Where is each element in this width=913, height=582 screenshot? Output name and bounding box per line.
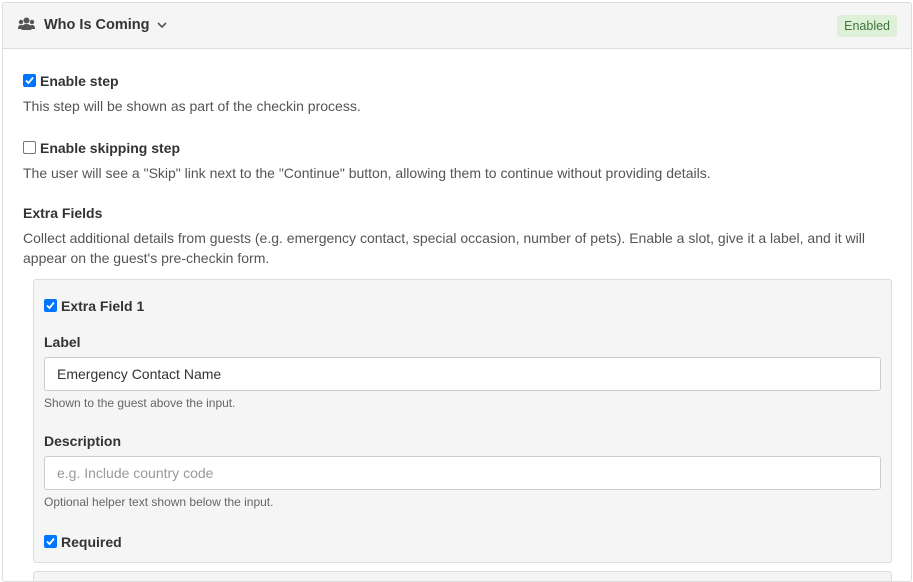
required-checkbox[interactable]: [44, 535, 57, 548]
checkmark-icon: [46, 301, 55, 310]
extra-field-1-checkbox[interactable]: [44, 299, 57, 312]
extra-fields-help: Collect additional details from guests (…: [23, 230, 865, 266]
users-icon: [18, 17, 35, 30]
description-field-help: Optional helper text shown below the inp…: [44, 495, 274, 509]
checkmark-icon: [46, 537, 55, 546]
label-field-help: Shown to the guest above the input.: [44, 396, 236, 410]
panel-title: Who Is Coming: [44, 17, 150, 33]
description-input[interactable]: [44, 456, 881, 490]
step-panel: Who Is Coming Enabled Enable step This s…: [2, 2, 912, 582]
label-input[interactable]: [44, 357, 881, 391]
label-field-label: Label: [44, 334, 81, 350]
checkmark-icon: [25, 76, 34, 85]
enable-skipping-checkbox[interactable]: [23, 141, 36, 154]
panel-header[interactable]: Who Is Coming Enabled: [3, 3, 911, 49]
enable-step-label[interactable]: Enable step: [40, 73, 119, 89]
chevron-down-icon[interactable]: [157, 22, 167, 29]
extra-fields-title: Extra Fields: [23, 205, 103, 221]
extra-field-slot: Extra Field 1 Label Shown to the guest a…: [33, 279, 892, 563]
enable-skipping-label[interactable]: Enable skipping step: [40, 140, 180, 156]
description-field-label: Description: [44, 433, 122, 449]
enable-step-checkbox[interactable]: [23, 74, 36, 87]
status-badge: Enabled: [837, 15, 897, 37]
extra-field-1-label[interactable]: Extra Field 1: [61, 298, 144, 314]
required-label[interactable]: Required: [61, 534, 122, 550]
enable-skipping-help: The user will see a "Skip" link next to …: [23, 165, 711, 181]
enable-step-help: This step will be shown as part of the c…: [23, 98, 361, 114]
